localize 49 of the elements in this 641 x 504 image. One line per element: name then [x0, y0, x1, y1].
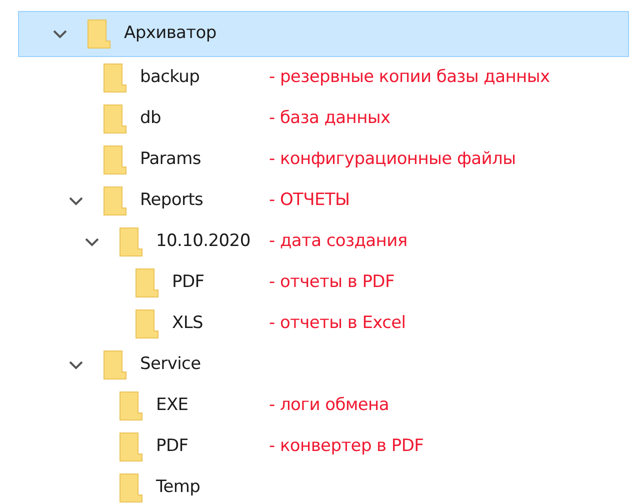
folder-icon	[119, 432, 143, 462]
tree-item[interactable]: XLS - отчеты в Excel	[18, 303, 629, 344]
folder-icon	[135, 308, 159, 338]
annotation-text: - ОТЧЕТЫ	[269, 188, 350, 212]
folder-name: PDF	[156, 434, 188, 458]
annotation-text: - отчеты в PDF	[269, 270, 394, 294]
folder-icon	[135, 268, 159, 298]
tree-item[interactable]: db - база данных	[18, 98, 629, 139]
annotation-text: - конфигурационные файлы	[269, 148, 516, 171]
folder-icon	[103, 104, 127, 134]
folder-icon	[103, 62, 127, 92]
annotation-text: - база данных	[269, 106, 390, 130]
folder-name: Temp	[156, 476, 200, 499]
folder-name: Params	[140, 148, 201, 171]
tree-item[interactable]: Service	[18, 344, 629, 385]
folder-name: Reports	[140, 188, 204, 212]
tree-item[interactable]: Архиватор	[18, 11, 629, 57]
folder-name: 10.10.2020	[156, 230, 250, 253]
folder-icon	[119, 472, 143, 502]
folder-icon	[103, 186, 127, 216]
folder-name: PDF	[172, 270, 204, 294]
folder-name: Архиватор	[124, 22, 216, 46]
annotation-text: - резервные копии базы данных	[269, 66, 550, 89]
chevron-down-icon[interactable]	[85, 236, 99, 246]
folder-name: EXE	[156, 394, 188, 417]
annotation-text: - конвертер в PDF	[269, 434, 424, 458]
folder-icon	[119, 390, 143, 420]
tree-item[interactable]: Reports - ОТЧЕТЫ	[18, 180, 629, 221]
folder-name: backup	[140, 66, 200, 89]
annotation-text: - дата создания	[269, 230, 408, 253]
tree-item[interactable]: EXE - логи обмена	[18, 385, 629, 426]
tree-item[interactable]: Params - конфигурационные файлы	[18, 139, 629, 180]
folder-icon	[119, 226, 143, 256]
tree-item[interactable]: Temp	[18, 467, 629, 504]
folder-name: XLS	[172, 312, 204, 335]
chevron-down-icon[interactable]	[69, 196, 83, 206]
folder-name: Service	[140, 352, 201, 376]
chevron-down-icon[interactable]	[69, 360, 83, 370]
folder-icon	[103, 144, 127, 174]
tree-item[interactable]: backup - резервные копии базы данных	[18, 57, 629, 98]
folder-name: db	[140, 106, 161, 130]
tree-item[interactable]: PDF - отчеты в PDF	[18, 262, 629, 303]
chevron-down-icon[interactable]	[53, 29, 67, 39]
folder-icon	[87, 19, 111, 49]
tree-item[interactable]: PDF - конвертер в PDF	[18, 426, 629, 467]
annotation-text: - отчеты в Excel	[269, 312, 406, 335]
tree-item[interactable]: 10.10.2020 - дата создания	[18, 221, 629, 262]
folder-icon	[103, 350, 127, 380]
annotation-text: - логи обмена	[269, 394, 389, 417]
